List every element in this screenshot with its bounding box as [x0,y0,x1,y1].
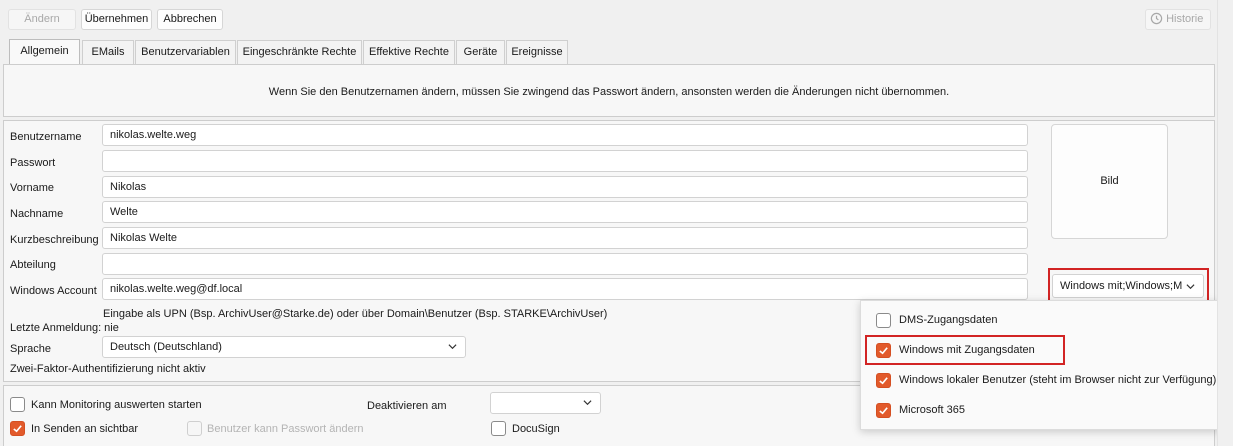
send-visible-checkbox[interactable] [10,421,25,436]
tab-ereignisse[interactable]: Ereignisse [506,40,568,64]
popup-item-label: Windows lokaler Benutzer (steht im Brows… [899,374,1217,386]
checkmark-icon [879,377,888,385]
lastname-input[interactable]: Welte [102,201,1028,223]
winaccount-label: Windows Account [10,285,97,297]
username-input[interactable]: nikolas.welte.weg [102,124,1028,146]
last-login-text: Letzte Anmeldung: nie [10,322,119,334]
history-label: Historie [1166,13,1204,25]
cancel-button[interactable]: Abbrechen [157,9,223,30]
popup-item-windows-local[interactable]: Windows lokaler Benutzer (steht im Brows… [861,369,1219,393]
change-button[interactable]: Ändern [8,9,76,30]
language-value: Deutsch (Deutschland) [110,341,222,353]
popup-item-microsoft365[interactable]: Microsoft 365 [861,399,1219,423]
windows-credentials-highlight [865,335,1065,365]
tab-effektive-rechte[interactable]: Effektive Rechte [363,40,455,64]
password-input[interactable] [102,150,1028,172]
chevron-down-icon [448,344,457,350]
history-icon [1150,12,1163,25]
language-select[interactable]: Deutsch (Deutschland) [102,336,466,358]
tab-eingeschraenkte-rechte[interactable]: Eingeschränkte Rechte [237,40,362,64]
popup-item-dms[interactable]: DMS-Zugangsdaten [861,309,1219,333]
windows-local-checkbox[interactable] [876,373,891,388]
popup-item-label: Microsoft 365 [899,404,966,416]
vertical-scrollbar[interactable] [1217,0,1233,446]
winaccount-hint: Eingabe als UPN (Bsp. ArchivUser@Starke.… [103,308,608,320]
firstname-label: Vorname [10,182,55,194]
login-mode-popup: DMS-Zugangsdaten Windows mit Zugangsdate… [860,300,1220,430]
tab-allgemein[interactable]: Allgemein [9,39,80,64]
send-visible-label: In Senden an sichtbar [31,423,139,435]
monitoring-checkbox[interactable] [10,397,25,412]
username-label: Benutzername [10,131,82,143]
docusign-checkbox[interactable] [491,421,506,436]
password-label: Passwort [10,157,56,169]
language-label: Sprache [10,343,51,355]
checkmark-icon [13,425,22,433]
tab-geraete[interactable]: Geräte [456,40,505,64]
lastname-label: Nachname [10,208,64,220]
department-input[interactable] [102,253,1028,275]
deactivate-date-select[interactable] [490,392,601,414]
popup-item-label: DMS-Zugangsdaten [899,314,998,326]
dms-checkbox[interactable] [876,313,891,328]
winaccount-input[interactable]: nikolas.welte.weg@df.local [102,278,1028,300]
microsoft365-checkbox[interactable] [876,403,891,418]
history-button[interactable]: Historie [1145,9,1211,30]
firstname-input[interactable]: Nikolas [102,176,1028,198]
image-label: Bild [1100,175,1119,187]
shortdesc-input[interactable]: Nikolas Welte [102,227,1028,249]
checkmark-icon [879,407,888,415]
tab-benutzervariablen[interactable]: Benutzervariablen [135,40,236,64]
apply-button[interactable]: Übernehmen [81,9,152,30]
twofactor-text: Zwei-Faktor-Authentifizierung nicht akti… [10,363,206,375]
change-password-checkbox[interactable] [187,421,202,436]
chevron-down-icon [583,400,592,406]
docusign-label: DocuSign [512,423,560,435]
login-mode-highlight [1048,268,1209,304]
shortdesc-label: Kurzbeschreibung [10,234,99,246]
notice-text: Wenn Sie den Benutzernamen ändern, müsse… [268,86,950,98]
change-password-label: Benutzer kann Passwort ändern [207,423,364,435]
image-button[interactable]: Bild [1051,124,1168,239]
deactivate-label: Deaktivieren am [367,400,447,412]
monitoring-label: Kann Monitoring auswerten starten [31,399,202,411]
department-label: Abteilung [10,259,56,271]
tab-emails[interactable]: EMails [82,40,134,64]
notice-panel: Wenn Sie den Benutzernamen ändern, müsse… [3,64,1215,117]
